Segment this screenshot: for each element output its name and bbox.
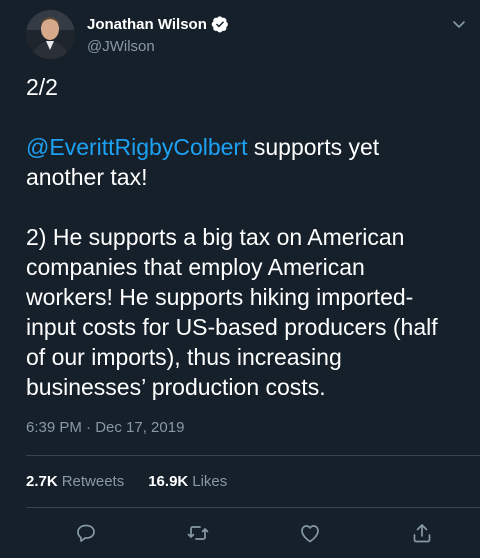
likes-label: Likes <box>192 473 228 490</box>
chevron-down-icon[interactable] <box>451 16 467 32</box>
tweet-line: businesses’ production costs. <box>26 374 326 400</box>
tweet-line-text: supports yet <box>247 134 380 160</box>
divider <box>26 507 480 508</box>
heart-icon[interactable] <box>298 521 322 545</box>
tweet-line: input costs for US-based producers (half <box>26 314 438 340</box>
tweet-line: 2/2 <box>26 74 58 100</box>
tweet-line: @EverittRigbyColbert supports yet <box>26 132 458 162</box>
tweet-timestamp[interactable]: 6:39 PM · Dec 17, 2019 <box>26 419 184 436</box>
divider <box>26 455 480 456</box>
likes-count: 16.9K <box>148 473 189 490</box>
share-icon[interactable] <box>410 521 434 545</box>
engagement-stats: 2.7K Retweets 16.9K Likes <box>26 473 251 490</box>
retweets-count: 2.7K <box>26 473 58 490</box>
likes-stat[interactable]: 16.9K Likes <box>148 473 227 490</box>
tweet-line: of our imports), thus increasing <box>26 344 342 370</box>
tweet-text: 2/2 @EverittRigbyColbert supports yet an… <box>26 72 458 402</box>
tweet-line: another tax! <box>26 164 148 190</box>
verified-badge-icon <box>211 15 229 33</box>
tweet-line: 2) He supports a big tax on American <box>26 224 405 250</box>
tweet-header: Jonathan Wilson @JWilson <box>26 10 466 62</box>
retweet-icon[interactable] <box>186 521 210 545</box>
tweet-line: companies that employ American <box>26 254 365 280</box>
retweets-stat[interactable]: 2.7K Retweets <box>26 473 124 490</box>
action-bar <box>26 515 458 551</box>
tweet-line: workers! He supports hiking imported- <box>26 284 414 310</box>
author-name[interactable]: Jonathan Wilson <box>87 16 207 33</box>
reply-icon[interactable] <box>74 521 98 545</box>
retweets-label: Retweets <box>61 473 125 490</box>
author-handle[interactable]: @JWilson <box>87 38 155 55</box>
avatar[interactable] <box>26 10 75 59</box>
mention-link[interactable]: @EverittRigbyColbert <box>26 134 247 160</box>
